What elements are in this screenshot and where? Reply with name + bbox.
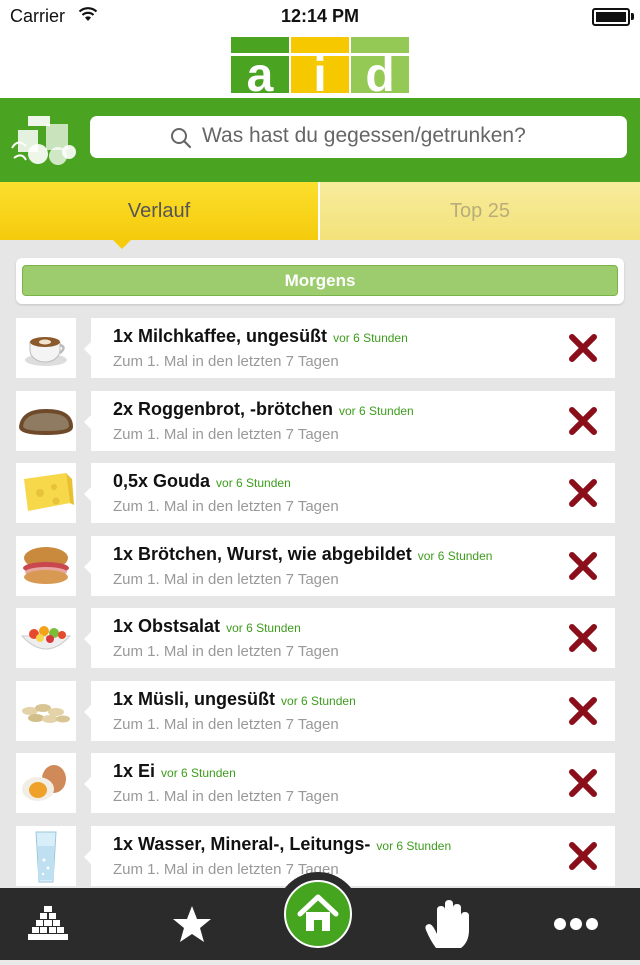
status-bar: Carrier 12:14 PM (0, 0, 640, 32)
item-subtitle: Zum 1. Mal in den letzten 7 Tagen (113, 353, 339, 370)
aid-logo: a i d (231, 37, 409, 93)
thumbnail (16, 753, 76, 813)
delete-icon[interactable] (567, 840, 599, 872)
clock: 12:14 PM (280, 6, 360, 26)
list-item[interactable]: 2x Roggenbrot, -brötchen vor 6 Stunden Zu… (16, 391, 616, 451)
search-field[interactable]: Was hast du gegessen/getrunken? (90, 116, 627, 158)
search-icon (171, 128, 192, 149)
hand-icon (425, 900, 469, 948)
coffee-cup-icon (25, 337, 67, 366)
section-title: Morgens (22, 265, 618, 296)
item-time: vor 6 Stunden (417, 549, 493, 563)
item-subtitle: Zum 1. Mal in den letzten 7 Tagen (113, 643, 339, 660)
thumbnail (16, 318, 76, 378)
delete-icon[interactable] (567, 477, 599, 509)
item-subtitle: Zum 1. Mal in den letzten 7 Tagen (113, 571, 339, 588)
tab-more[interactable] (536, 888, 616, 960)
history-list[interactable]: Morgens 1x Milchkaffee, ungesüßt vor 6 St… (0, 240, 640, 888)
fruit-salad-icon (20, 626, 72, 650)
item-subtitle: Zum 1. Mal in den letzten 7 Tagen (113, 426, 339, 443)
logo-letter-d: d (365, 49, 394, 93)
item-subtitle: Zum 1. Mal in den letzten 7 Tagen (113, 716, 339, 733)
item-time: vor 6 Stunden (161, 766, 236, 780)
item-card[interactable]: 1x Brötchen, Wurst, wie abgebildet vor 6 … (84, 536, 615, 596)
tab-top-25[interactable]: Top 25 (320, 182, 640, 240)
delete-icon[interactable] (567, 622, 599, 654)
list-item[interactable]: 1x Obstsalat vor 6 Stunden Zum 1. Mal in … (16, 608, 616, 668)
item-subtitle: Zum 1. Mal in den letzten 7 Tagen (113, 788, 339, 805)
item-time: vor 6 Stunden (376, 839, 452, 853)
item-card[interactable]: 0,5x Gouda vor 6 Stunden Zum 1. Mal in de… (84, 463, 615, 523)
logo-letter-a: a (247, 49, 274, 93)
search-band: Was hast du gegessen/getrunken? (0, 98, 640, 182)
star-icon (173, 906, 211, 942)
home-button-ring (276, 872, 360, 956)
item-card[interactable]: 1x Obstsalat vor 6 Stunden Zum 1. Mal in … (84, 608, 615, 668)
tab-pyramid[interactable] (24, 888, 104, 960)
bread-icon (19, 409, 73, 435)
item-time: vor 6 Stunden (333, 331, 408, 345)
delete-icon[interactable] (567, 695, 599, 727)
tab-home[interactable] (284, 880, 352, 948)
egg-icon (22, 765, 66, 801)
item-subtitle: Zum 1. Mal in den letzten 7 Tagen (113, 498, 339, 515)
segmented-tabs: Verlauf Top 25 (0, 182, 640, 240)
more-icon (554, 918, 598, 930)
thumbnail (16, 463, 76, 523)
thumbnail (16, 826, 76, 886)
home-icon (297, 894, 339, 931)
item-title: 0,5x Gouda (113, 471, 211, 491)
list-item[interactable]: 0,5x Gouda vor 6 Stunden Zum 1. Mal in de… (16, 463, 616, 523)
thumbnail (16, 391, 76, 451)
delete-icon[interactable] (567, 405, 599, 437)
thumbnail (16, 681, 76, 741)
logo-letter-i: i (313, 49, 326, 93)
tab-activity[interactable] (408, 888, 488, 960)
food-basket-icon[interactable] (8, 112, 78, 166)
cheese-icon (24, 473, 74, 511)
list-item[interactable]: 1x Milchkaffee, ungesüßt vor 6 Stunden Zu… (16, 318, 616, 378)
item-title: 1x Wasser, Mineral-, Leitungs- (113, 834, 371, 854)
tab-favorites[interactable] (152, 888, 232, 960)
item-time: vor 6 Stunden (339, 404, 414, 418)
item-time: vor 6 Stunden (216, 476, 291, 490)
list-item[interactable]: 1x Ei vor 6 Stunden Zum 1. Mal in den let… (16, 753, 616, 813)
header: a i d (0, 32, 640, 98)
section-header: Morgens (16, 258, 624, 304)
item-card[interactable]: 1x Milchkaffee, ungesüßt vor 6 Stunden Zu… (84, 318, 615, 378)
list-item[interactable]: 1x Müsli, ungesüßt vor 6 Stunden Zum 1. M… (16, 681, 616, 741)
item-time: vor 6 Stunden (226, 621, 301, 635)
item-title: 2x Roggenbrot, -brötchen (113, 399, 333, 419)
item-time: vor 6 Stunden (281, 694, 356, 708)
item-card[interactable]: 1x Wasser, Mineral-, Leitungs-vor 6 Stun… (84, 826, 615, 886)
item-title: 1x Brötchen, Wurst, wie abgebildet (113, 544, 412, 564)
sandwich-icon (23, 547, 69, 584)
delete-icon[interactable] (567, 550, 599, 582)
search-input[interactable]: Was hast du gegessen/getrunken? (202, 124, 526, 148)
item-title: 1x Müsli, ungesüßt (113, 689, 276, 709)
item-title: 1x Ei (113, 761, 156, 781)
delete-icon[interactable] (567, 332, 599, 364)
delete-icon[interactable] (567, 767, 599, 799)
oat-flakes-icon (22, 704, 70, 723)
item-card[interactable]: 2x Roggenbrot, -brötchen vor 6 Stunden Zu… (84, 391, 615, 451)
thumbnail (16, 536, 76, 596)
bottom-tab-bar (0, 872, 640, 960)
tab-pointer (113, 240, 131, 249)
item-title: 1x Obstsalat (113, 616, 221, 636)
battery-icon (592, 8, 634, 26)
list-item[interactable]: 1x Brötchen, Wurst, wie abgebildet vor 6 … (16, 536, 616, 596)
item-card[interactable]: 1x Müsli, ungesüßt vor 6 Stunden Zum 1. M… (84, 681, 615, 741)
pyramid-icon (28, 906, 68, 940)
tab-verlauf[interactable]: Verlauf (0, 182, 318, 240)
water-glass-icon (35, 831, 57, 883)
thumbnail (16, 608, 76, 668)
item-title: 1x Milchkaffee, ungesüßt (113, 326, 328, 346)
item-card[interactable]: 1x Ei vor 6 Stunden Zum 1. Mal in den let… (84, 753, 615, 813)
